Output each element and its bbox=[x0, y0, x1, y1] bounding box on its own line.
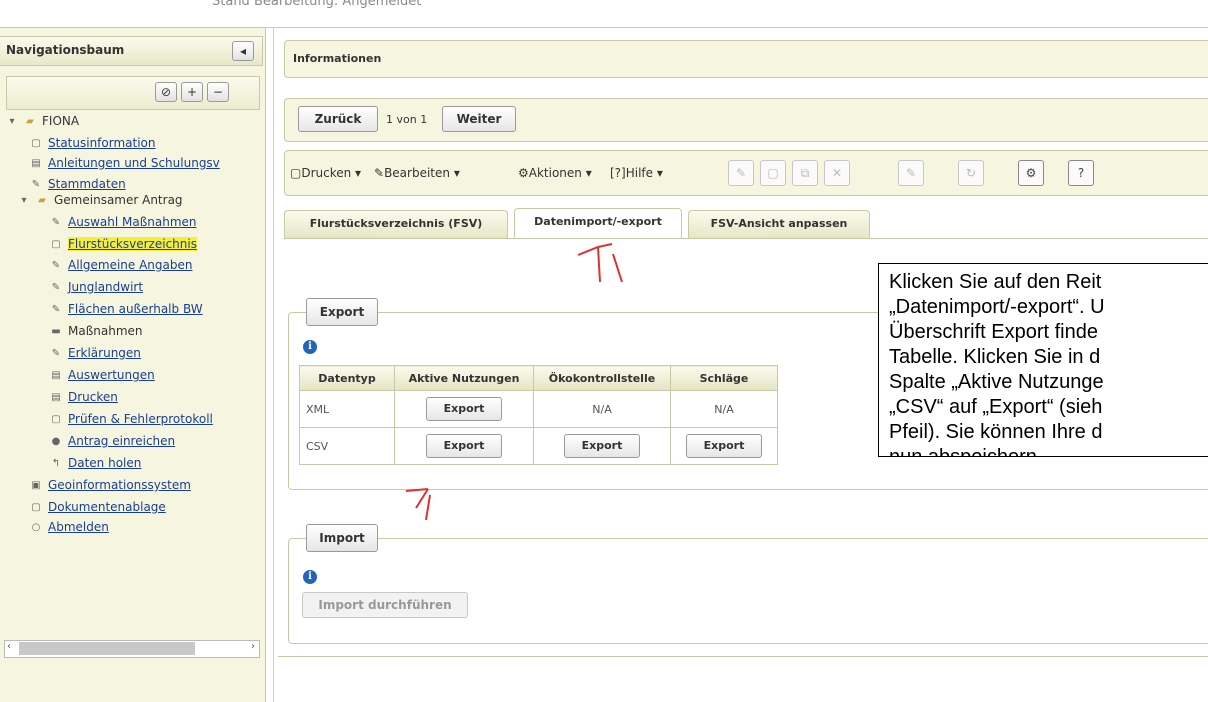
callout-line: Überschrift Export finde bbox=[889, 321, 1098, 343]
callout-line: Tabelle. Klicken Sie in d bbox=[889, 346, 1101, 368]
callout-line: „CSV“ auf „Export“ (sieh bbox=[889, 396, 1103, 418]
callout-line: „Datenimport/-export“. U bbox=[889, 296, 1105, 318]
instruction-callout: Klicken Sie auf den Reit „Datenimport/-e… bbox=[878, 263, 1208, 457]
callout-line: Spalte „Aktive Nutzunge bbox=[889, 371, 1104, 393]
callout-line: Klicken Sie auf den Reit bbox=[889, 271, 1102, 293]
callout-line: Pfeil). Sie können Ihre d bbox=[889, 421, 1103, 443]
callout-line: nun abspeichern. bbox=[889, 446, 1043, 457]
red-arrow-icon bbox=[577, 243, 623, 283]
red-arrow-icon bbox=[405, 488, 431, 521]
